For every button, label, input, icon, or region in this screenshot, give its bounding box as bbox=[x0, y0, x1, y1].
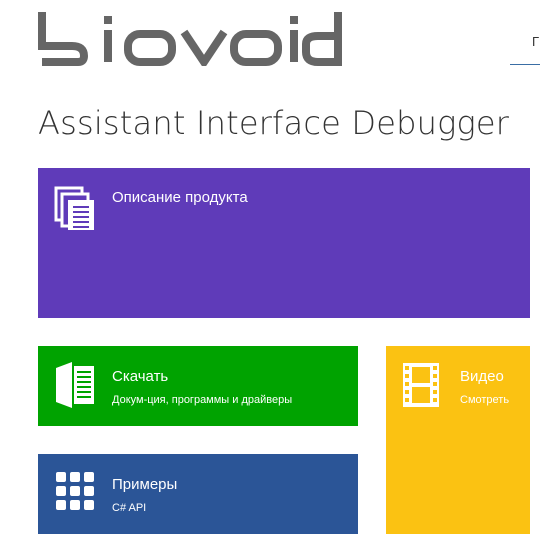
nav-underline bbox=[510, 64, 540, 65]
tile-title: Описание продукта bbox=[112, 189, 248, 206]
tile-subtitle: Докум-ция, программы и драйверы bbox=[112, 394, 293, 406]
tile-examples[interactable]: Примеры C# API bbox=[38, 454, 358, 534]
tile-video[interactable]: Видео Смотреть bbox=[386, 346, 530, 534]
file-cabinet-icon bbox=[56, 362, 94, 408]
tile-title: Видео bbox=[460, 368, 504, 385]
page-title: Assistant Interface Debugger bbox=[38, 104, 510, 142]
tile-subtitle: Смотреть bbox=[460, 394, 510, 406]
tile-download[interactable]: Скачать Докум-ция, программы и драйверы bbox=[38, 346, 358, 426]
grid-icon bbox=[56, 472, 94, 510]
tile-title: Примеры bbox=[112, 476, 178, 493]
document-icon bbox=[54, 186, 94, 230]
nav-item-partial[interactable]: Г bbox=[532, 34, 539, 49]
tile-subtitle: C# API bbox=[112, 502, 147, 514]
tile-product-description[interactable]: Описание продукта bbox=[38, 168, 530, 318]
film-icon bbox=[403, 363, 439, 407]
tile-title: Скачать bbox=[112, 368, 169, 385]
biovoid-logo[interactable] bbox=[38, 12, 342, 66]
